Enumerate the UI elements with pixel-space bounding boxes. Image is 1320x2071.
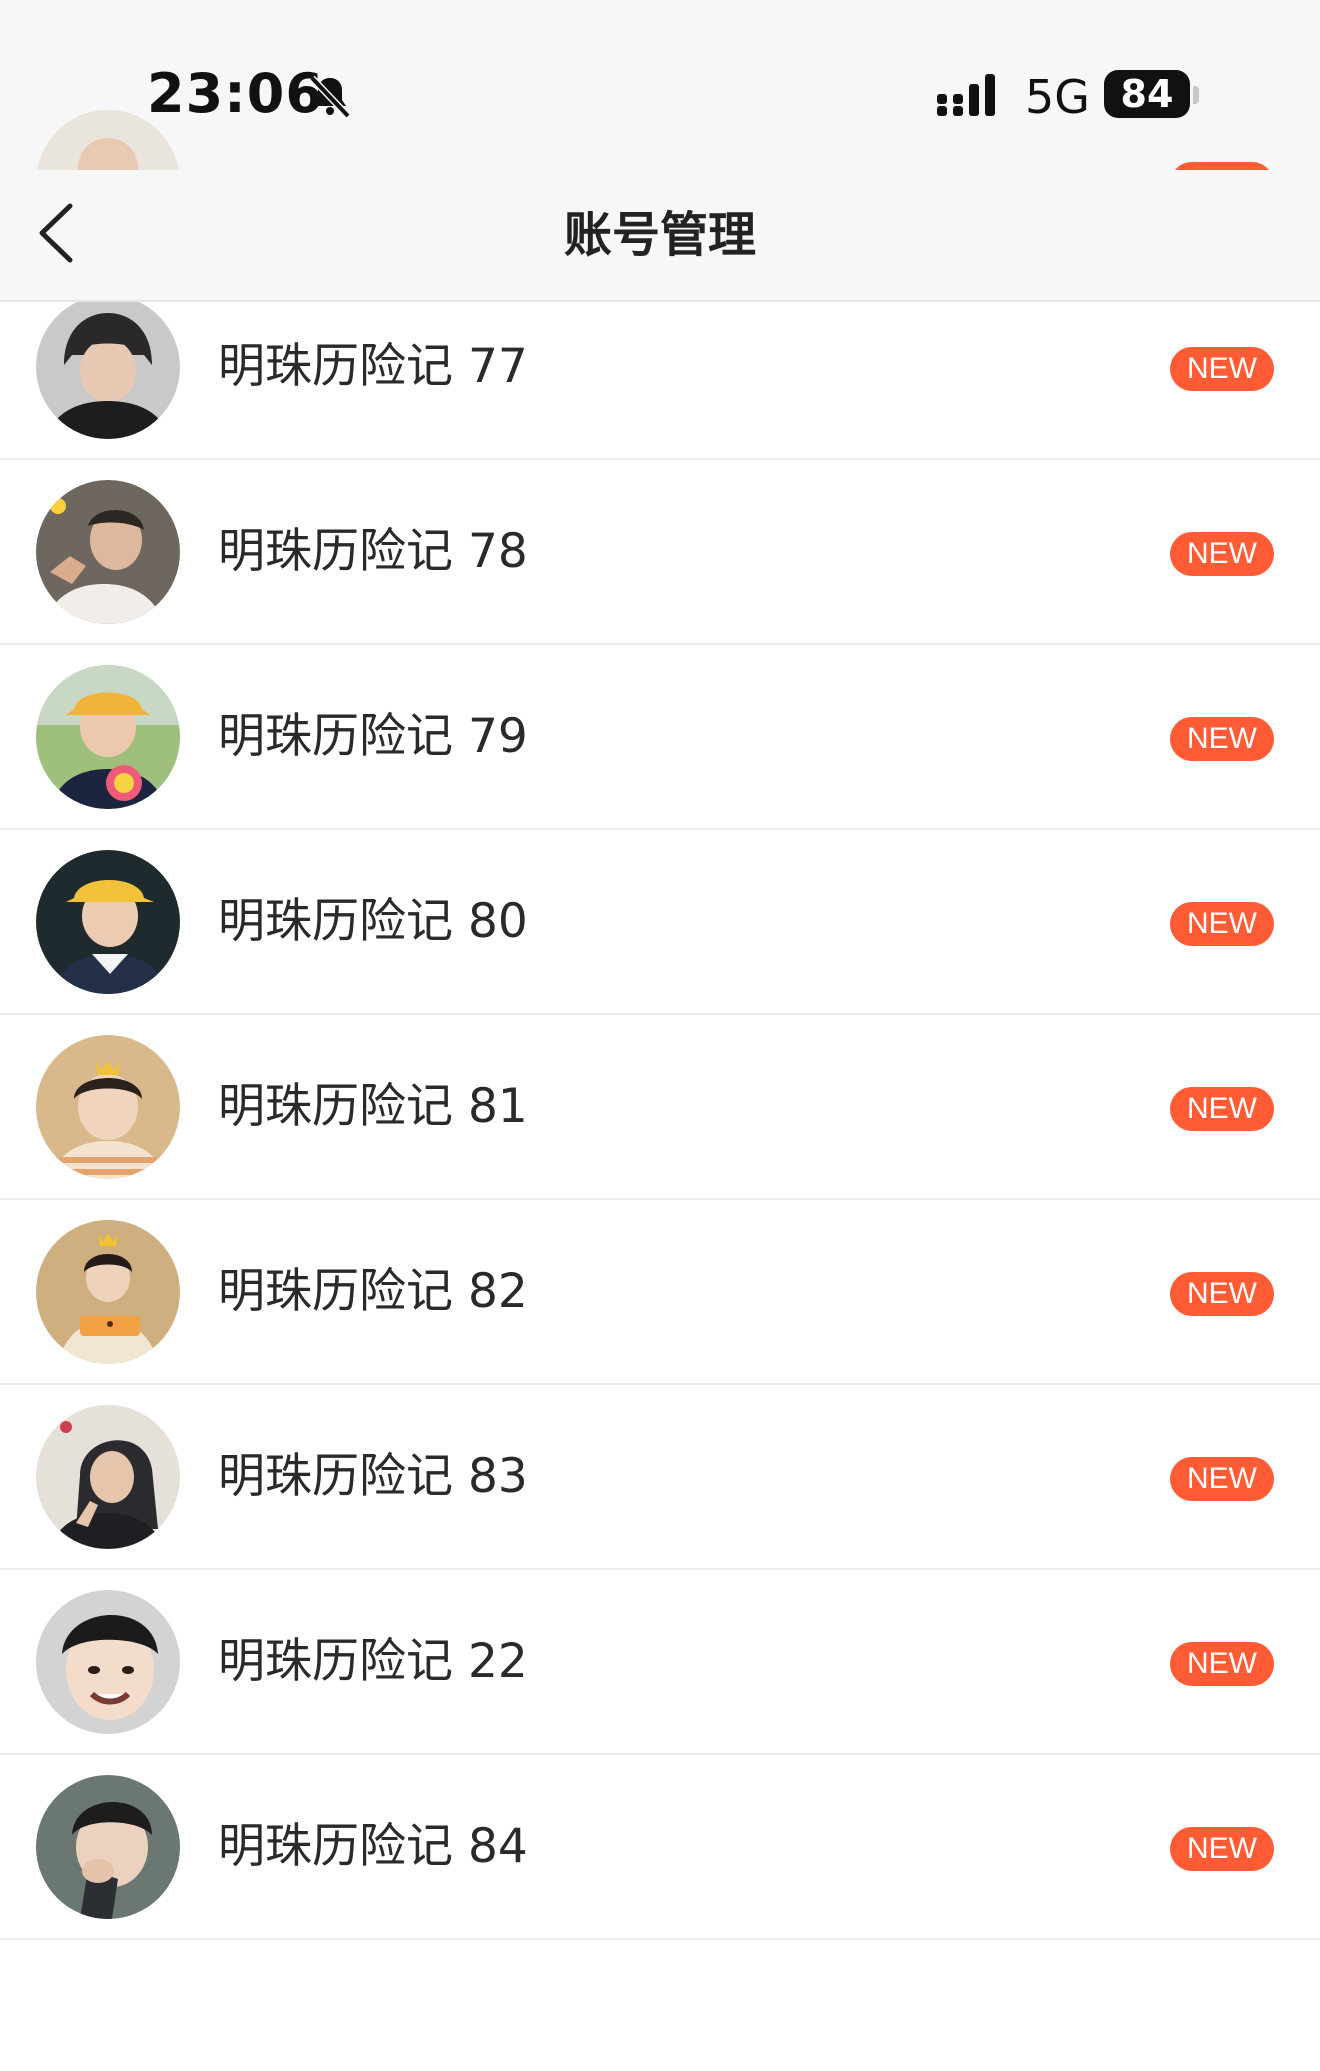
account-name: 明珠历险记 78 [218,524,528,579]
account-name: 明珠历险记 83 [218,1449,528,1504]
avatar [36,665,180,809]
account-name: 明珠历险记 77 [218,339,528,394]
account-row[interactable]: 明珠历险记 79 NEW [0,645,1320,830]
account-name: 明珠历险记 84 [218,1819,528,1874]
new-badge: NEW [1170,902,1274,946]
account-row[interactable]: 明珠历险记 81 NEW [0,1015,1320,1200]
avatar [36,1590,180,1734]
account-row[interactable]: 明珠历险记 78 NEW [0,460,1320,645]
new-badge: NEW [1170,1087,1274,1131]
page-title: 账号管理 [563,207,756,263]
avatar [36,1405,180,1549]
avatar [36,480,180,624]
account-name: 明珠历险记 22 [218,1634,528,1689]
new-badge: NEW [1170,1642,1274,1686]
avatar [36,1775,180,1919]
avatar [36,1035,180,1179]
account-row[interactable]: 明珠历险记 83 NEW [0,1385,1320,1570]
avatar [36,1220,180,1364]
account-row[interactable]: 明珠历险记 22 NEW [0,1570,1320,1755]
avatar [36,295,180,439]
account-name: 明珠历险记 82 [218,1264,528,1319]
new-badge: NEW [1170,347,1274,391]
new-badge: NEW [1170,1457,1274,1501]
account-row[interactable]: 明珠历险记 84 NEW [0,1755,1320,1940]
new-badge: NEW [1170,717,1274,761]
account-name: 明珠历险记 80 [218,894,528,949]
account-row[interactable]: 明珠历险记 80 NEW [0,830,1320,1015]
new-badge: NEW [1170,1272,1274,1316]
back-button[interactable] [30,198,90,268]
account-list: 明珠历险记 76 NEW 明珠历险记 77 NEW 明珠历险记 78 NEW 明… [0,110,1320,1940]
account-name: 明珠历险记 81 [218,1079,528,1134]
account-name: 明珠历险记 79 [218,709,528,764]
account-row[interactable]: 明珠历险记 82 NEW [0,1200,1320,1385]
new-badge: NEW [1170,1827,1274,1871]
avatar [36,850,180,994]
nav-bar: 账号管理 [0,170,1320,302]
account-row[interactable]: 明珠历险记 77 NEW [0,275,1320,460]
new-badge: NEW [1170,532,1274,576]
